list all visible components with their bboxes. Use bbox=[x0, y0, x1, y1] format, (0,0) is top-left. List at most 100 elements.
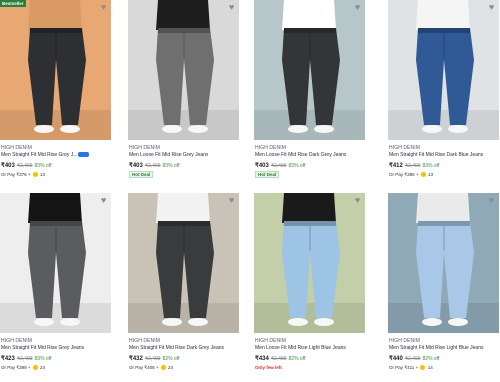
supercoin-icon bbox=[420, 172, 426, 178]
product-card[interactable]: ♥ HIGH DENIM Men Loose Fit Mid Rise Dark G… bbox=[254, 0, 365, 186]
product-title[interactable]: Men Loose Fit Mid Rise Dark Grey Jeans bbox=[255, 152, 346, 158]
product-title-text[interactable]: Men Straight Fit Mid Rise Grey Jeans bbox=[1, 345, 84, 351]
selling-price: ₹403 bbox=[129, 163, 143, 169]
or-pay-amount: ₹399 bbox=[15, 365, 27, 370]
wishlist-heart-icon[interactable]: ♥ bbox=[353, 196, 362, 205]
product-title-text[interactable]: Men Loose Fit Mid Rise Grey Jeans bbox=[129, 152, 208, 158]
stock-warning: Only few left bbox=[255, 365, 282, 370]
offer-row: Hot Deal bbox=[255, 171, 280, 178]
product-title-text[interactable]: Men Straight Fit Mid Rise Dark Grey Jean… bbox=[129, 345, 224, 351]
product-card[interactable]: ♥ HIGH DENIM Men Loose Fit Mid Rise Light … bbox=[254, 193, 365, 379]
product-title-text[interactable]: Men Loose Fit Mid Rise Light Blue Jeans bbox=[255, 345, 346, 351]
price-row: ₹412 ₹2,499 83% off bbox=[389, 162, 439, 169]
or-pay-amount: ₹408 bbox=[143, 365, 155, 370]
product-title[interactable]: Men Straight Fit Mid Rise Grey Jeans bbox=[1, 345, 84, 351]
discount-label: 83% off bbox=[34, 356, 52, 362]
product-image[interactable] bbox=[388, 0, 499, 140]
wishlist-heart-icon[interactable]: ♥ bbox=[487, 3, 496, 12]
product-title-text[interactable]: Men Straight Fit Mid Rise Light Blue Jea… bbox=[389, 345, 484, 351]
selling-price: ₹423 bbox=[1, 356, 15, 362]
selling-price: ₹434 bbox=[255, 356, 269, 362]
selling-price: ₹432 bbox=[129, 356, 143, 362]
original-price: ₹2,499 bbox=[144, 163, 161, 169]
price-row: ₹432 ₹2,499 82% off bbox=[129, 355, 179, 362]
product-brand: HIGH DENIM bbox=[255, 145, 286, 151]
product-card[interactable]: ♥ Bestseller HIGH DENIM Men Straight Fit Mi… bbox=[0, 0, 111, 186]
original-price: ₹2,499 bbox=[144, 356, 161, 362]
product-title-text[interactable]: Men Loose Fit Mid Rise Dark Grey Jeans bbox=[255, 152, 346, 158]
selling-price: ₹403 bbox=[1, 163, 15, 169]
price-row: ₹403 ₹2,499 83% off bbox=[1, 162, 51, 169]
wishlist-heart-icon[interactable]: ♥ bbox=[99, 3, 108, 12]
product-card[interactable]: ♥ HIGH DENIM Men Loose Fit Mid Rise Grey J… bbox=[128, 0, 239, 186]
offer-row: Or Pay ₹408 + 24 bbox=[129, 365, 173, 371]
or-pay-label: Or Pay bbox=[389, 365, 404, 370]
discount-label: 82% off bbox=[288, 356, 306, 362]
discount-label: 82% off bbox=[162, 356, 180, 362]
product-brand: HIGH DENIM bbox=[389, 145, 420, 151]
product-title-text[interactable]: Men Straight Fit Mid Rise Grey J... bbox=[1, 152, 77, 158]
coin-count: 13 bbox=[38, 172, 46, 177]
product-title-text[interactable]: Men Straight Fit Mid Rise Dark Blue Jean… bbox=[389, 152, 483, 158]
plus-sign: + bbox=[414, 365, 420, 370]
product-title[interactable]: Men Straight Fit Mid Rise Light Blue Jea… bbox=[389, 345, 484, 351]
offer-row: Or Pay ₹399 + 24 bbox=[1, 365, 45, 371]
product-title[interactable]: Men Straight Fit Mid Rise Dark Blue Jean… bbox=[389, 152, 483, 158]
product-image[interactable] bbox=[128, 193, 239, 333]
product-title[interactable]: Men Loose Fit Mid Rise Light Blue Jeans bbox=[255, 345, 346, 351]
product-image[interactable] bbox=[0, 193, 111, 333]
coin-count: 24 bbox=[38, 365, 46, 370]
hot-deal-badge: Hot Deal bbox=[255, 171, 280, 178]
product-brand: HIGH DENIM bbox=[1, 145, 32, 151]
supercoin-icon bbox=[160, 365, 166, 371]
original-price: ₹2,499 bbox=[16, 163, 33, 169]
product-grid: ♥ Bestseller HIGH DENIM Men Straight Fit Mi… bbox=[0, 0, 500, 382]
product-image[interactable] bbox=[388, 193, 499, 333]
plus-sign: + bbox=[154, 365, 160, 370]
product-card[interactable]: ♥ HIGH DENIM Men Straight Fit Mid Rise Gre… bbox=[0, 193, 111, 379]
product-card[interactable]: ♥ HIGH DENIM Men Straight Fit Mid Rise Dar… bbox=[128, 193, 239, 379]
product-brand: HIGH DENIM bbox=[389, 338, 420, 344]
selling-price: ₹440 bbox=[389, 356, 403, 362]
supercoin-icon bbox=[32, 365, 38, 371]
product-image[interactable] bbox=[0, 0, 111, 140]
selling-price: ₹412 bbox=[389, 163, 403, 169]
or-pay-label: Or Pay bbox=[1, 172, 16, 177]
coin-count: 24 bbox=[166, 365, 174, 370]
product-image[interactable] bbox=[254, 0, 365, 140]
offer-row: Or Pay ₹411 + 14 bbox=[389, 365, 433, 371]
wishlist-heart-icon[interactable]: ♥ bbox=[99, 196, 108, 205]
offer-row: Or Pay ₹385 + 13 bbox=[389, 172, 433, 178]
price-row: ₹403 ₹2,499 83% off bbox=[129, 162, 179, 169]
product-card[interactable]: ♥ HIGH DENIM Men Straight Fit Mid Rise Lig… bbox=[388, 193, 499, 379]
wishlist-heart-icon[interactable]: ♥ bbox=[487, 196, 496, 205]
or-pay-label: Or Pay bbox=[389, 172, 404, 177]
supercoin-icon bbox=[420, 365, 426, 371]
plus-sign: + bbox=[26, 365, 32, 370]
supercoin-icon bbox=[32, 172, 38, 178]
price-row: ₹440 ₹2,499 82% off bbox=[389, 355, 439, 362]
discount-label: 83% off bbox=[422, 163, 440, 169]
bestseller-badge: Bestseller bbox=[0, 0, 26, 7]
product-image[interactable] bbox=[128, 0, 239, 140]
coin-count: 13 bbox=[426, 172, 434, 177]
or-pay-label: Or Pay bbox=[129, 365, 144, 370]
original-price: ₹2,499 bbox=[16, 356, 33, 362]
discount-label: 83% off bbox=[34, 163, 52, 169]
or-pay-amount: ₹385 bbox=[403, 172, 415, 177]
wishlist-heart-icon[interactable]: ♥ bbox=[353, 3, 362, 12]
product-title[interactable]: Men Straight Fit Mid Rise Dark Grey Jean… bbox=[129, 345, 224, 351]
product-brand: HIGH DENIM bbox=[129, 145, 160, 151]
discount-label: 83% off bbox=[288, 163, 306, 169]
product-brand: HIGH DENIM bbox=[1, 338, 32, 344]
product-image[interactable] bbox=[254, 193, 365, 333]
product-title[interactable]: Men Straight Fit Mid Rise Grey J... bbox=[1, 152, 90, 158]
product-title[interactable]: Men Loose Fit Mid Rise Grey Jeans bbox=[129, 152, 208, 158]
plus-sign: + bbox=[26, 172, 32, 177]
selling-price: ₹403 bbox=[255, 163, 269, 169]
wishlist-heart-icon[interactable]: ♥ bbox=[227, 196, 236, 205]
price-row: ₹434 ₹2,499 82% off bbox=[255, 355, 305, 362]
product-brand: HIGH DENIM bbox=[129, 338, 160, 344]
wishlist-heart-icon[interactable]: ♥ bbox=[227, 3, 236, 12]
product-card[interactable]: ♥ HIGH DENIM Men Straight Fit Mid Rise Dar… bbox=[388, 0, 499, 186]
